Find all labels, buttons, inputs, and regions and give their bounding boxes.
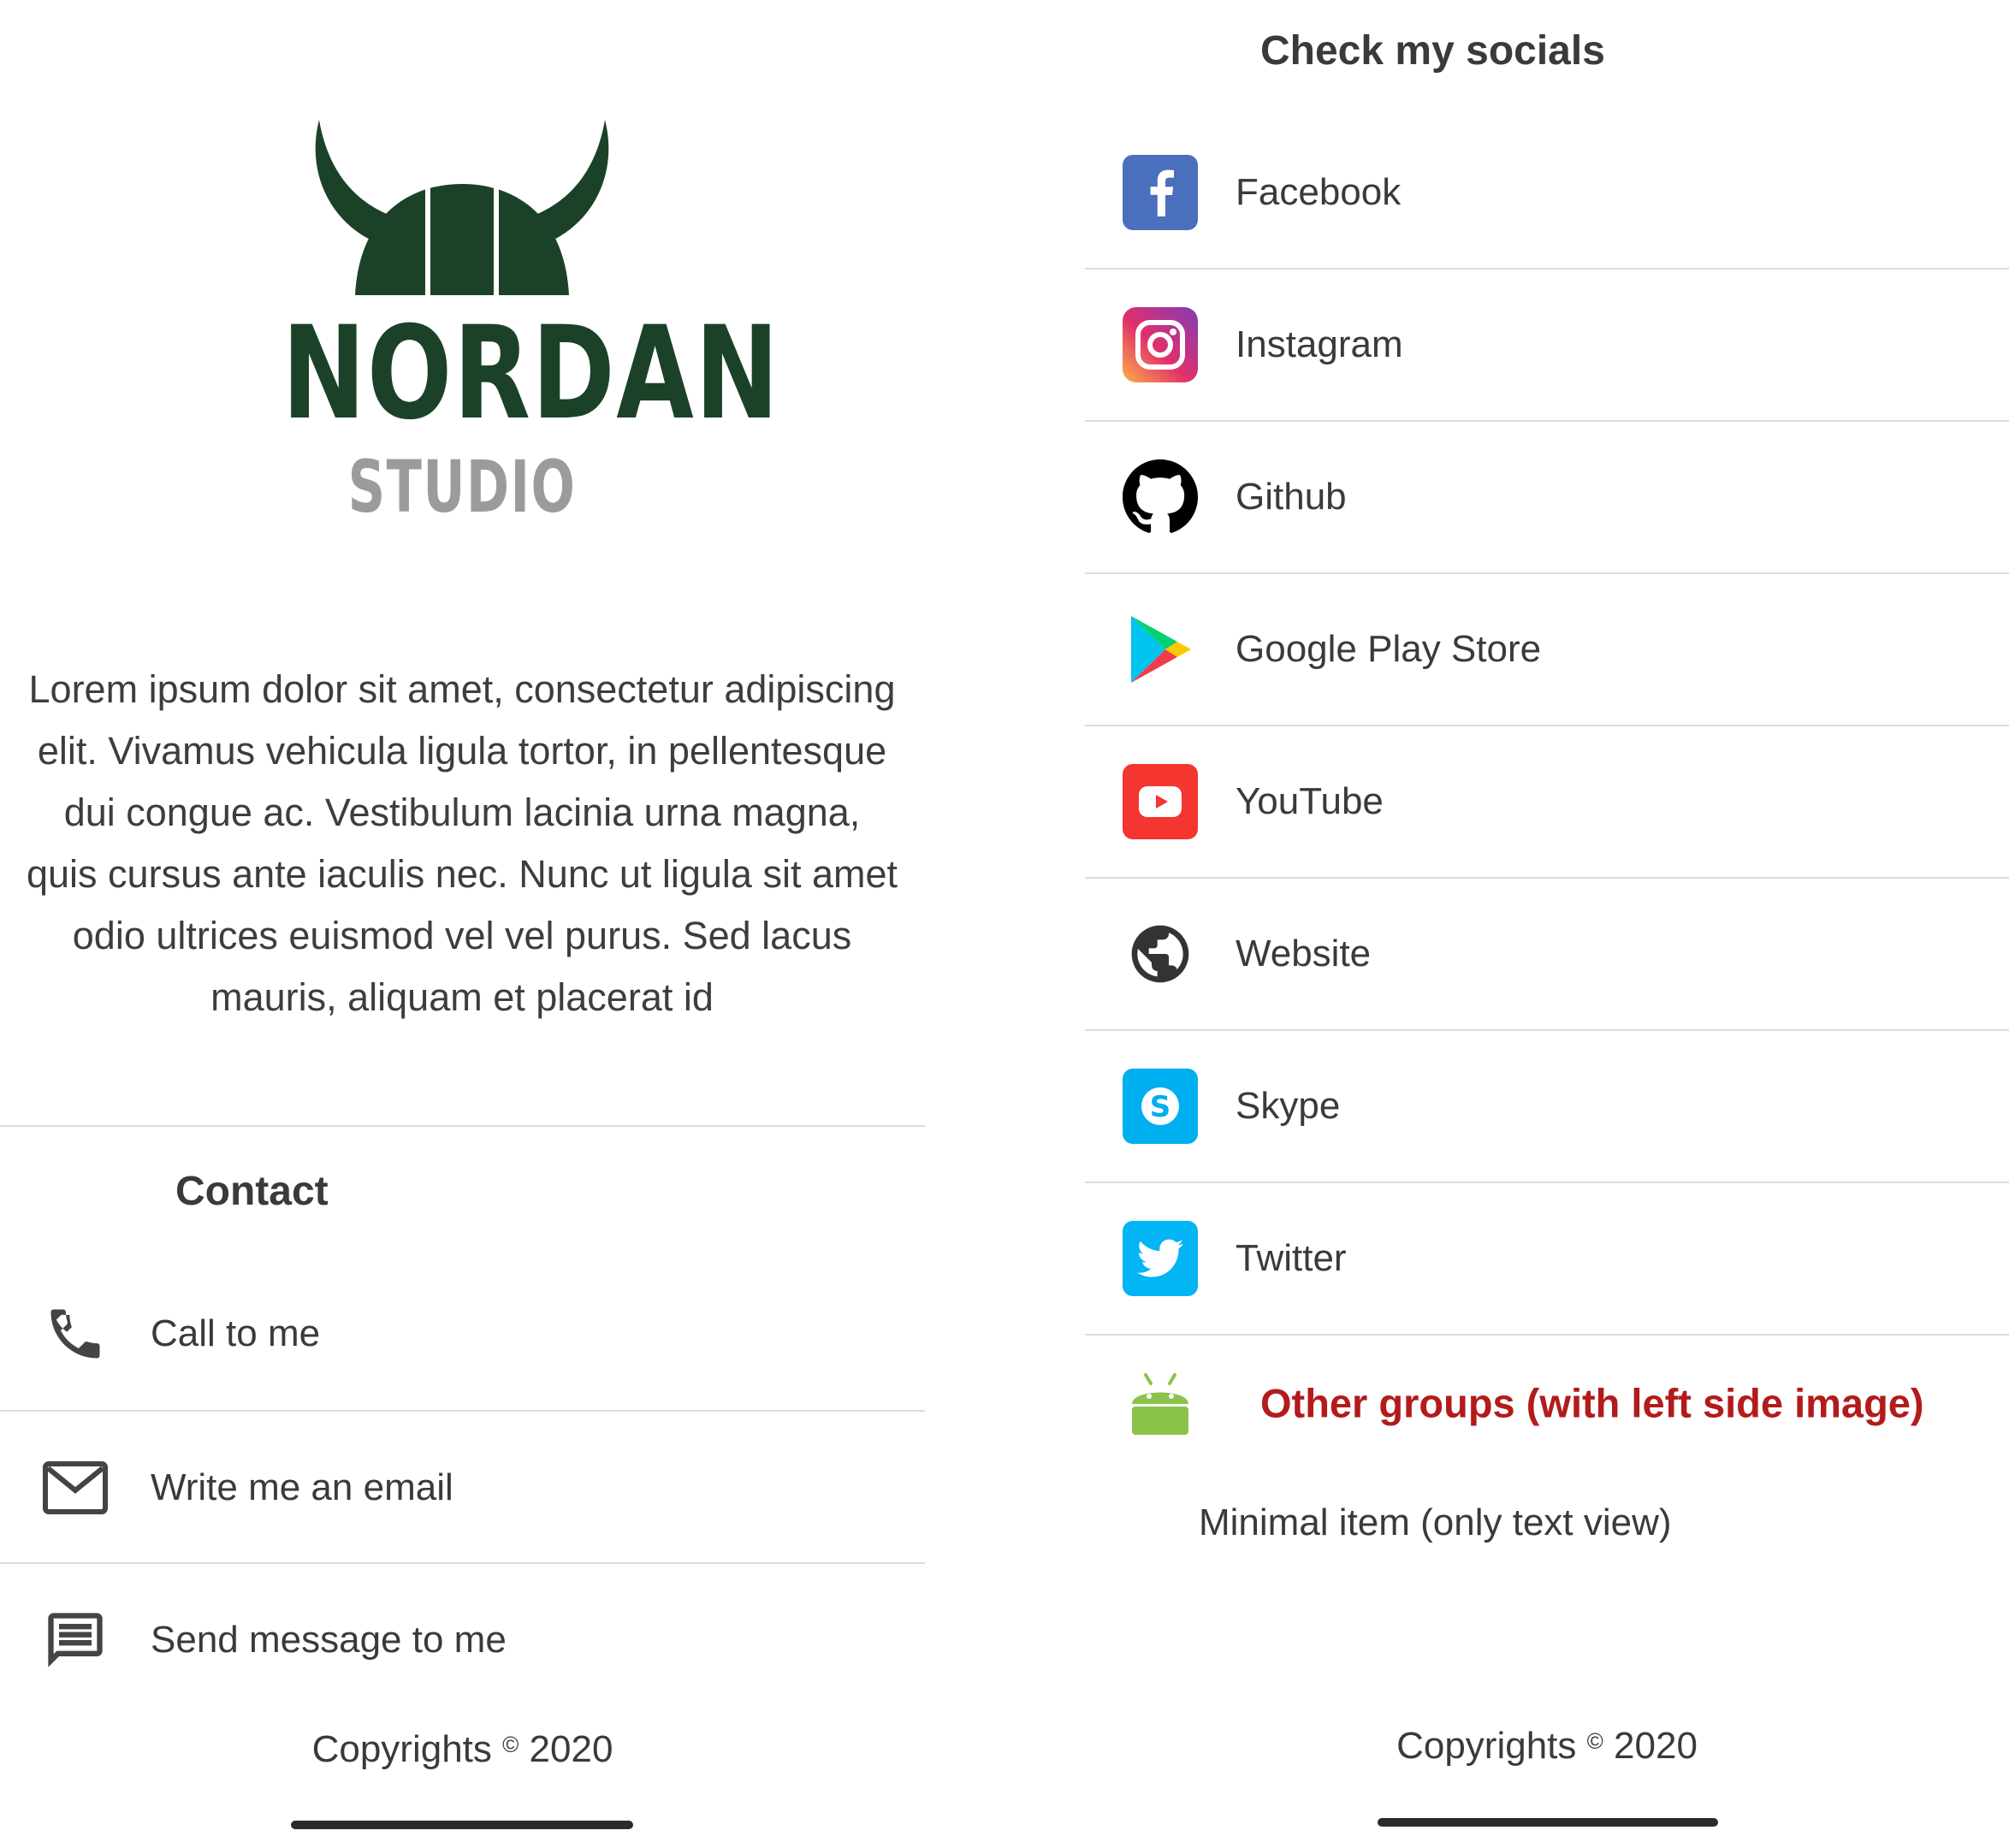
github-icon [1123, 459, 1198, 535]
copyright-year: 2020 [1614, 1725, 1698, 1767]
logo-wordmark: NORDAN [281, 299, 780, 448]
other-groups-item[interactable]: Other groups (with left side image) [1085, 1330, 2009, 1476]
social-item-twitter[interactable]: Twitter [1085, 1182, 2009, 1335]
social-item-label: Website [1236, 933, 1372, 974]
contact-item-call[interactable]: Call to me [0, 1258, 925, 1410]
copyright-year: 2020 [529, 1728, 613, 1770]
left-panel: NORDAN STUDIO Lorem ipsum dolor sit amet… [0, 0, 925, 1848]
social-item-github[interactable]: Github [1085, 421, 2009, 573]
social-item-label: Github [1236, 476, 1347, 518]
socials-section-title: Check my socials [1260, 28, 1605, 74]
message-icon [41, 1606, 110, 1674]
svg-text:S: S [1150, 1090, 1171, 1124]
contact-item-email[interactable]: Write me an email [0, 1412, 925, 1564]
contact-item-message[interactable]: Send message to me [0, 1564, 925, 1716]
email-icon [41, 1454, 110, 1522]
social-item-instagram[interactable]: Instagram [1085, 269, 2009, 421]
contact-item-label: Send message to me [151, 1619, 507, 1661]
social-item-label: Twitter [1236, 1237, 1347, 1279]
google-play-icon [1123, 612, 1198, 687]
social-item-label: Instagram [1236, 323, 1403, 365]
skype-icon: S [1123, 1069, 1198, 1144]
copyright-text: Copyrights © 2020 [0, 1728, 925, 1771]
intro-paragraph: Lorem ipsum dolor sit amet, consectetur … [27, 667, 898, 1019]
divider [0, 1125, 925, 1127]
social-item-google-play[interactable]: Google Play Store [1085, 573, 2009, 726]
copyright-symbol: © [1586, 1728, 1603, 1754]
social-item-label: Skype [1236, 1085, 1341, 1127]
contact-section-title: Contact [175, 1169, 329, 1214]
logo-subtitle: STUDIO [347, 445, 577, 529]
twitter-icon [1123, 1221, 1198, 1296]
contact-item-label: Call to me [151, 1312, 321, 1354]
social-item-skype[interactable]: S Skype [1085, 1030, 2009, 1182]
contact-item-label: Write me an email [151, 1466, 453, 1508]
right-panel: Check my socials Facebook Instagram Gith… [1085, 0, 2009, 1848]
social-item-youtube[interactable]: YouTube [1085, 726, 2009, 878]
social-item-label: YouTube [1236, 780, 1384, 822]
copyright-label: Copyrights [1396, 1725, 1577, 1767]
viking-helmet-icon [315, 120, 609, 298]
copyright-text: Copyrights © 2020 [1085, 1725, 2009, 1768]
globe-icon [1123, 916, 1198, 992]
home-indicator[interactable] [291, 1821, 633, 1829]
other-groups-label: Other groups (with left side image) [1260, 1380, 1924, 1426]
phone-icon [41, 1300, 110, 1368]
nordan-studio-logo: NORDAN STUDIO [231, 116, 780, 535]
social-item-website[interactable]: Website [1085, 878, 2009, 1030]
youtube-icon [1123, 764, 1198, 839]
copyright-label: Copyrights [311, 1728, 492, 1770]
social-item-label: Facebook [1236, 171, 1402, 213]
facebook-icon [1123, 155, 1198, 230]
home-indicator[interactable] [1378, 1818, 1718, 1827]
social-item-label: Google Play Store [1236, 628, 1542, 670]
android-icon [1123, 1365, 1198, 1441]
instagram-icon [1123, 307, 1198, 382]
social-item-facebook[interactable]: Facebook [1085, 116, 2009, 269]
copyright-symbol: © [502, 1732, 519, 1757]
minimal-item[interactable]: Minimal item (only text view) [1199, 1502, 1672, 1544]
